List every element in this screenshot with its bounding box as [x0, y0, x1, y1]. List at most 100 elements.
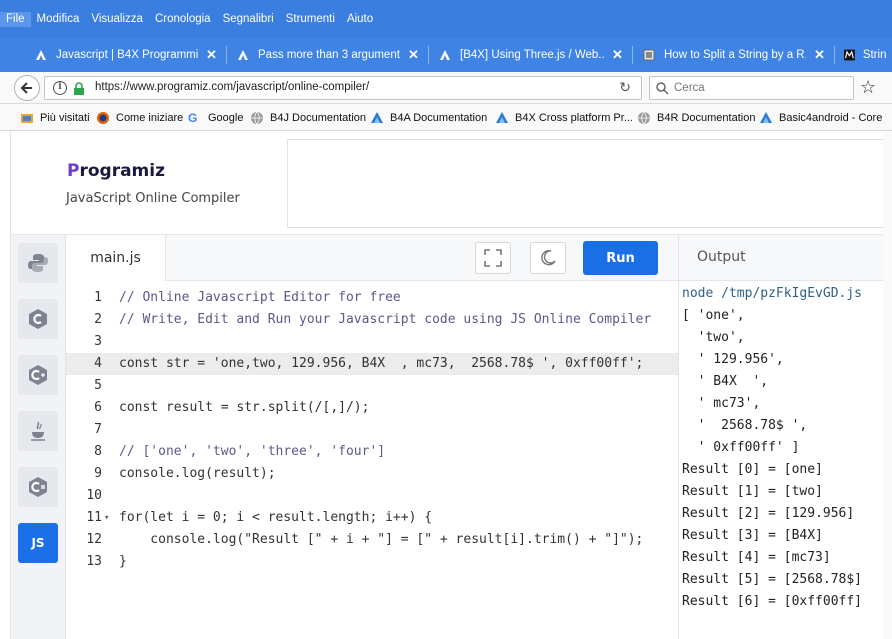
- code-text: const result = str.split(/[,]/);: [119, 400, 370, 415]
- csharp-button[interactable]: [18, 467, 58, 507]
- code-editor: main.js Run 1 // Online Javascript Editor…: [66, 235, 678, 639]
- code-line[interactable]: 12 console.log("Result [" + i + "] = [" …: [66, 529, 678, 551]
- code-line[interactable]: 11 ▾ for(let i = 0; i < result.length; i++…: [66, 507, 678, 529]
- browser-tab-2[interactable]: Pass more than 3 argument... ✕: [230, 38, 426, 72]
- info-icon[interactable]: i: [53, 81, 67, 95]
- menu: File Modifica Visualizza Cronologia Segn…: [0, 0, 379, 38]
- menu-bar: File Modifica Visualizza Cronologia Segn…: [0, 0, 892, 38]
- code-line[interactable]: 6 const result = str.split(/[,]/);: [66, 397, 678, 419]
- code-line[interactable]: 9 console.log(result);: [66, 463, 678, 485]
- bookmark-basic4android-core[interactable]: Basic4android - Core: [759, 110, 882, 125]
- bookmark-come-iniziare[interactable]: Come iniziare: [96, 110, 183, 125]
- code-text: // ['one', 'two', 'three', 'four']: [119, 444, 386, 459]
- tab-label: Strin: [862, 49, 886, 61]
- bookmark-google[interactable]: G Google: [188, 110, 243, 125]
- browser-tab-4[interactable]: How to Split a String by a R... ✕: [636, 38, 832, 72]
- tab-label: Javascript | B4X Programmi...: [56, 49, 198, 61]
- javascript-button[interactable]: JS: [18, 523, 58, 563]
- bookmark-piu-visitati[interactable]: Più visitati: [20, 110, 90, 125]
- dark-mode-button[interactable]: [530, 242, 566, 274]
- close-icon[interactable]: ✕: [612, 47, 623, 63]
- browser-tab-1[interactable]: Javascript | B4X Programmi... ✕: [28, 38, 224, 72]
- back-arrow-icon: [20, 82, 32, 94]
- python-button[interactable]: [18, 243, 58, 283]
- code-line[interactable]: 8 // ['one', 'two', 'three', 'four']: [66, 441, 678, 463]
- language-sidebar: JS: [11, 235, 66, 639]
- fullscreen-icon: [484, 249, 502, 267]
- code-line[interactable]: 2 // Write, Edit and Run your Javascript …: [66, 309, 678, 331]
- code-line[interactable]: 1 // Online Javascript Editor for free: [66, 287, 678, 309]
- code-line[interactable]: 10: [66, 485, 678, 507]
- line-number: 12: [86, 532, 102, 547]
- code-line[interactable]: 7: [66, 419, 678, 441]
- bookmark-b4r-documentation[interactable]: B4R Documentation: [637, 110, 755, 125]
- line-number: 1: [94, 290, 102, 305]
- menu-visualizza[interactable]: Visualizza: [85, 12, 149, 27]
- logo-text: rogramiz: [79, 161, 165, 181]
- close-icon[interactable]: ✕: [814, 47, 825, 63]
- b4x-icon: [371, 111, 383, 123]
- editor-toolbar: main.js Run: [66, 235, 678, 281]
- code-line[interactable]: 4 const str = 'one,two, 129.956, B4X , mc…: [66, 353, 678, 375]
- menu-segnalibri[interactable]: Segnalibri: [217, 12, 280, 27]
- output-line: [ 'one',: [682, 308, 745, 323]
- menu-cronologia[interactable]: Cronologia: [149, 12, 217, 27]
- back-button[interactable]: [14, 75, 40, 101]
- reload-icon[interactable]: ↻: [619, 80, 631, 96]
- code-text: // Write, Edit and Run your Javascript c…: [119, 312, 652, 327]
- close-icon[interactable]: ✕: [408, 47, 419, 63]
- code-line[interactable]: 13}: [66, 551, 678, 573]
- output-line: Result [2] = [129.956]: [682, 506, 855, 521]
- menu-modifica[interactable]: Modifica: [31, 12, 86, 27]
- line-number: 2: [94, 312, 102, 327]
- globe-icon: [638, 111, 650, 124]
- menu-aiuto[interactable]: Aiuto: [341, 12, 379, 27]
- code-line[interactable]: 5: [66, 375, 678, 397]
- output-line: 'two',: [682, 330, 745, 345]
- bookmark-label: Google: [208, 111, 244, 124]
- cpp-icon: [29, 365, 47, 385]
- menu-file[interactable]: File: [0, 12, 31, 27]
- menu-strumenti[interactable]: Strumenti: [280, 12, 341, 27]
- output-line: node /tmp/pzFkIgEvGD.js: [682, 286, 863, 301]
- search-input[interactable]: Cerca: [674, 82, 705, 94]
- close-icon[interactable]: ✕: [206, 47, 217, 63]
- python-icon: [28, 254, 48, 272]
- programiz-logo[interactable]: Programiz: [67, 161, 165, 181]
- fold-arrow-icon[interactable]: ▾: [104, 507, 109, 529]
- bookmark-label: Basic4android - Core: [779, 111, 883, 124]
- line-number: 10: [86, 488, 102, 503]
- line-number: 8: [94, 444, 102, 459]
- line-number: 13: [86, 554, 102, 569]
- tab-bar: Javascript | B4X Programmi... ✕ Pass mor…: [0, 38, 892, 72]
- b4x-icon: [36, 50, 46, 60]
- code-line[interactable]: 3: [66, 331, 678, 353]
- fullscreen-button[interactable]: [475, 242, 511, 274]
- code-area[interactable]: 1 // Online Javascript Editor for free 2 //…: [66, 283, 678, 639]
- bookmark-b4x-cross-platform[interactable]: B4X Cross platform Pr...: [495, 110, 633, 125]
- search-bar[interactable]: Cerca: [649, 76, 854, 100]
- url-text[interactable]: https://www.programiz.com/javascript/onl…: [95, 81, 369, 93]
- browser-tab-5[interactable]: Strin: [838, 38, 892, 72]
- line-number: 5: [94, 378, 102, 393]
- firefox-icon: [97, 111, 109, 124]
- run-button[interactable]: Run: [583, 241, 658, 275]
- bookmark-b4j-documentation[interactable]: B4J Documentation: [250, 110, 366, 125]
- java-button[interactable]: [18, 411, 58, 451]
- c-icon: [29, 309, 47, 329]
- cpp-button[interactable]: [18, 355, 58, 395]
- output-line: Result [5] = [2568.78$]: [682, 572, 863, 587]
- file-tab-main-js[interactable]: main.js: [66, 235, 166, 281]
- google-icon: G: [188, 110, 198, 125]
- tab-divider: [632, 46, 633, 64]
- output-line: Result [4] = [mc73]: [682, 550, 831, 565]
- output-line: ' mc73',: [682, 396, 761, 411]
- bookmark-b4a-documentation[interactable]: B4A Documentation: [370, 110, 487, 125]
- c-button[interactable]: [18, 299, 58, 339]
- output-line: ' 129.956',: [682, 352, 784, 367]
- scrollbar-track[interactable]: [883, 131, 892, 639]
- browser-tab-3[interactable]: [B4X] Using Three.js / Web... ✕: [432, 38, 630, 72]
- bookmark-label: B4R Documentation: [657, 111, 756, 124]
- star-icon[interactable]: ☆: [860, 77, 876, 98]
- url-bar[interactable]: i https://www.programiz.com/javascript/o…: [44, 76, 642, 100]
